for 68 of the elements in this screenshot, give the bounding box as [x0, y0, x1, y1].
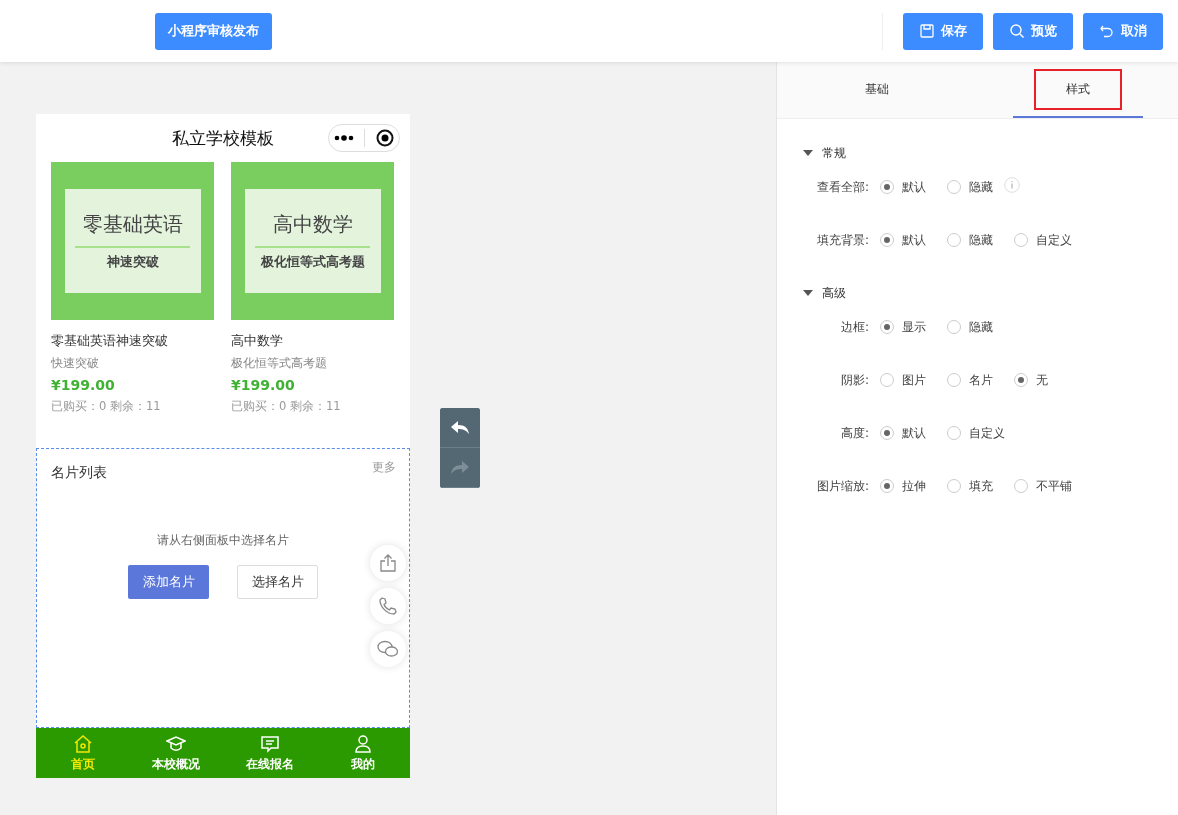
course-subtitle: 快速突破 — [51, 356, 100, 371]
radio-option[interactable]: 图片 — [880, 371, 947, 389]
undo-icon — [451, 420, 469, 435]
message-icon — [259, 733, 280, 754]
page-title: 私立学校模板 — [172, 126, 274, 150]
save-icon — [919, 23, 935, 39]
field-label: 填充背景: — [815, 231, 869, 249]
field-label: 查看全部: — [815, 178, 869, 196]
radio-option[interactable]: 隐藏 — [947, 178, 1014, 196]
field-label: 边框: — [839, 318, 869, 336]
section-header[interactable]: 常规 — [803, 143, 1178, 163]
redo-icon — [451, 460, 469, 475]
radio-option[interactable]: 隐藏 — [947, 231, 1014, 249]
radio-option[interactable]: 默认 — [880, 231, 947, 249]
empty-hint: 请从右侧面板中选择名片 — [157, 532, 289, 549]
record-icon — [375, 129, 394, 147]
more-icon — [334, 135, 355, 141]
panel-tab[interactable]: 基础 — [812, 62, 943, 118]
course-price: ¥199.00 — [51, 377, 116, 393]
banner-title: 零基础英语 — [82, 211, 183, 238]
radio-option[interactable]: 显示 — [880, 318, 947, 336]
search-icon — [1009, 23, 1025, 39]
field-label: 高度: — [839, 424, 869, 442]
field-label: 图片缩放: — [815, 477, 869, 495]
undo-icon — [1099, 23, 1115, 39]
section-title: 名片列表 — [51, 464, 107, 482]
tab-bar-item[interactable]: 本校概况 — [136, 728, 217, 778]
banner-subtitle: 极化恒等式高考题 — [260, 254, 365, 271]
tab-bar-item[interactable]: 在线报名 — [229, 728, 310, 778]
radio-option[interactable]: 自定义 — [947, 424, 1014, 442]
section-header[interactable]: 高级 — [803, 283, 1178, 303]
course-stats: 已购买：0 剩余：11 — [231, 399, 342, 414]
radio-option[interactable]: 填充 — [947, 477, 1014, 495]
select-card-button[interactable]: 选择名片 — [237, 565, 318, 599]
radio-option[interactable]: 拉伸 — [880, 477, 947, 495]
radio-option[interactable]: 名片 — [947, 371, 1014, 389]
radio-option[interactable]: 自定义 — [1014, 231, 1081, 249]
info-icon[interactable] — [1004, 177, 1020, 193]
floating-button[interactable] — [370, 588, 406, 624]
course-name: 零基础英语神速突破 — [51, 332, 169, 350]
user-icon — [353, 733, 374, 754]
course-banner[interactable]: 零基础英语 神速突破 — [51, 162, 214, 320]
floating-button[interactable] — [370, 631, 406, 667]
radio-option[interactable]: 默认 — [880, 424, 947, 442]
undo-button[interactable] — [440, 408, 480, 448]
caret-icon — [803, 150, 813, 156]
home-icon — [72, 733, 93, 754]
radio-option[interactable]: 不平铺 — [1014, 477, 1081, 495]
graduation-cap-icon — [166, 733, 187, 754]
phone-icon — [378, 596, 398, 616]
course-stats: 已购买：0 剩余：11 — [51, 399, 162, 414]
radio-option[interactable]: 无 — [1014, 371, 1081, 389]
course-banner[interactable]: 高中数学 极化恒等式高考题 — [231, 162, 394, 320]
caret-icon — [803, 290, 813, 296]
card-list-section[interactable]: 名片列表 更多 请从右侧面板中选择名片 添加名片 选择名片 — [36, 448, 410, 728]
radio-option[interactable]: 默认 — [880, 178, 947, 196]
radio-option[interactable]: 隐藏 — [947, 318, 1014, 336]
wechat-icon — [377, 639, 399, 659]
course-price: ¥199.00 — [231, 377, 296, 393]
banner-title: 高中数学 — [272, 211, 353, 238]
add-card-button[interactable]: 添加名片 — [128, 565, 209, 599]
banner-subtitle: 神速突破 — [106, 254, 159, 271]
field-label: 阴影: — [839, 371, 869, 389]
course-subtitle: 极化恒等式高考题 — [231, 356, 328, 371]
floating-button[interactable] — [370, 545, 406, 581]
share-icon — [378, 553, 398, 573]
tab-bar-item[interactable]: 我的 — [323, 728, 404, 778]
course-name: 高中数学 — [231, 332, 284, 350]
